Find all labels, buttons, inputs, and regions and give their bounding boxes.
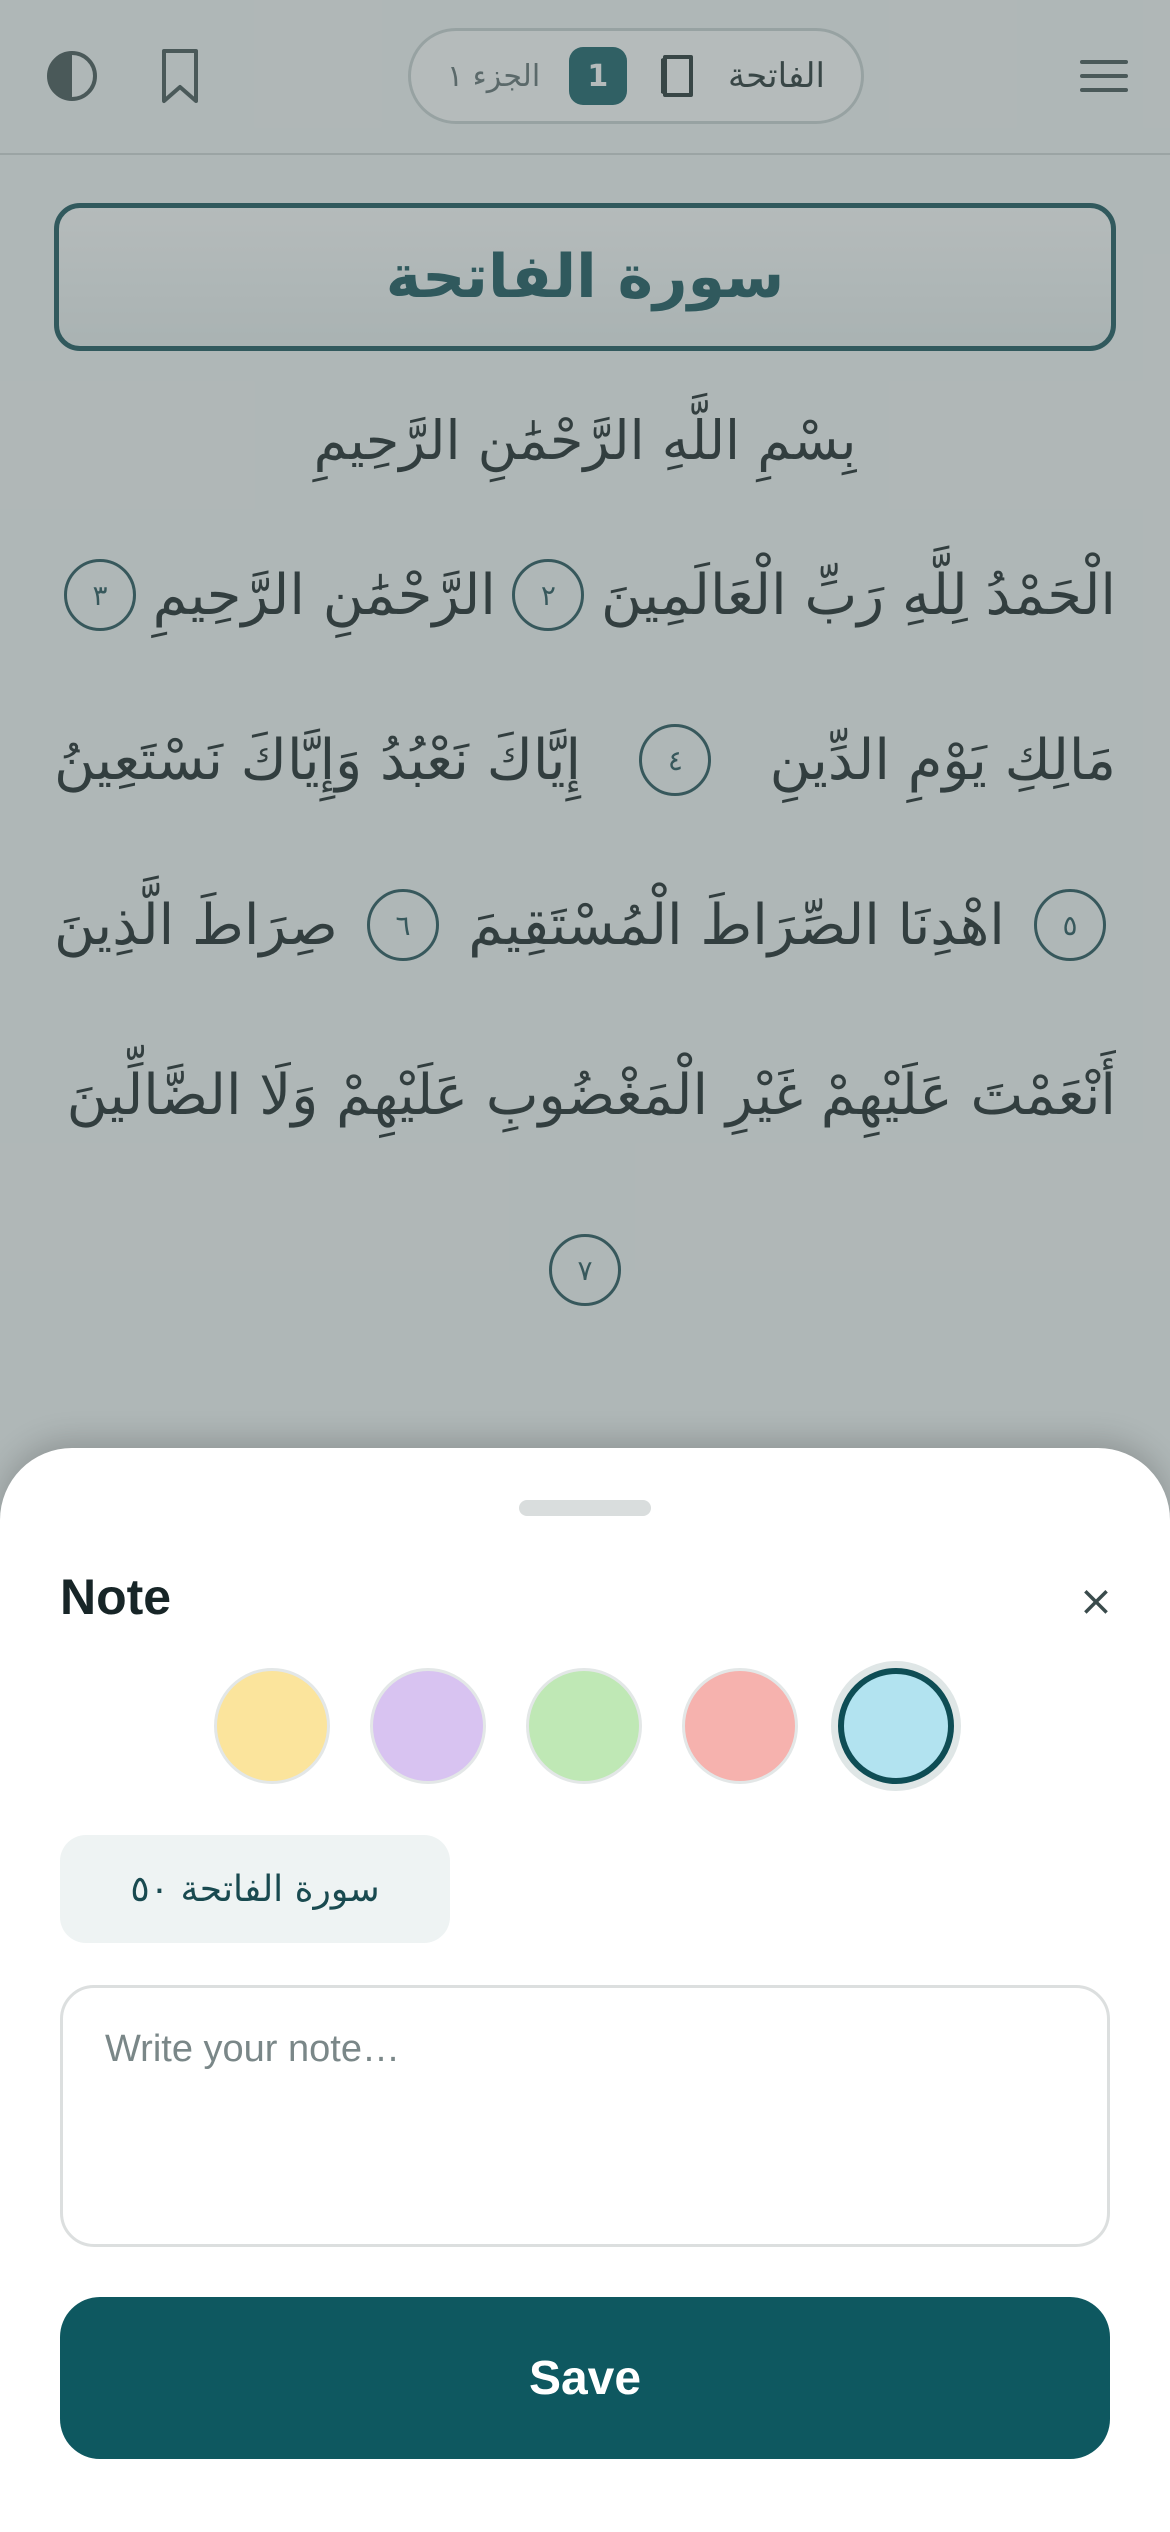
note-bottom-sheet: Note × سورة الفاتحة ٥٠ Save [0, 1448, 1170, 2532]
close-button[interactable]: × [1068, 1572, 1124, 1628]
note-input[interactable] [60, 1985, 1110, 2247]
color-swatch-pink[interactable] [682, 1668, 798, 1784]
sheet-grabber[interactable] [519, 1500, 651, 1516]
sheet-title: Note [60, 1569, 172, 1625]
color-swatch-blue[interactable] [838, 1668, 954, 1784]
close-icon: × [1078, 1575, 1114, 1625]
color-swatch-green[interactable] [526, 1668, 642, 1784]
color-swatch-yellow[interactable] [214, 1668, 330, 1784]
color-swatch-purple[interactable] [370, 1668, 486, 1784]
verse-reference-chip: سورة الفاتحة ٥٠ [60, 1835, 450, 1943]
save-button[interactable]: Save [60, 2297, 1110, 2459]
